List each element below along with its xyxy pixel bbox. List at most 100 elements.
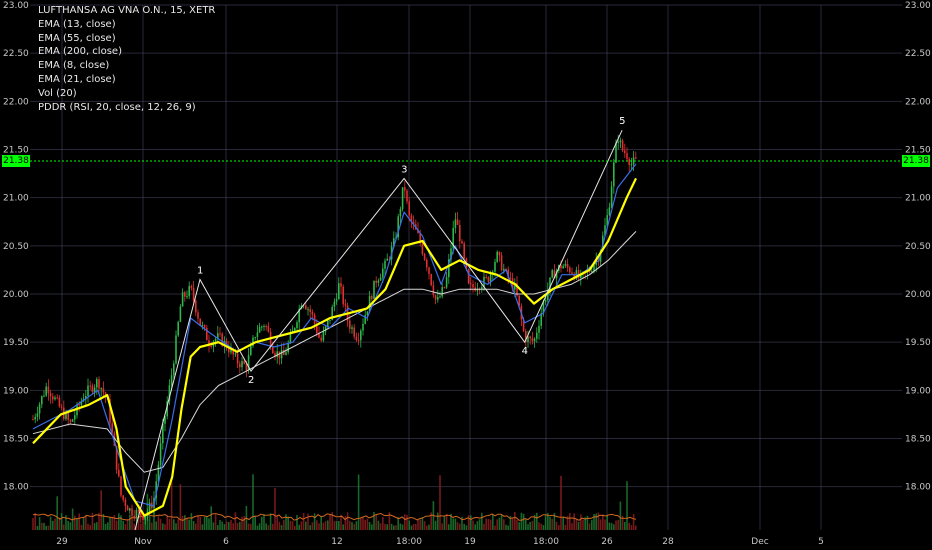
candle-body xyxy=(344,304,347,306)
volume-bar xyxy=(170,481,173,530)
volume-bar xyxy=(313,513,316,530)
candle-body xyxy=(628,159,630,166)
volume-bar xyxy=(305,521,307,530)
candle-body xyxy=(566,263,569,268)
volume-bar xyxy=(505,524,507,530)
legend-indicator-ema-8[interactable]: EMA (8, close) xyxy=(38,59,215,73)
candle-body xyxy=(454,219,457,228)
volume-bar xyxy=(604,519,606,530)
legend-indicator-ema-200[interactable]: EMA (200, close) xyxy=(38,45,215,59)
volume-bar xyxy=(498,517,501,530)
candle-body xyxy=(74,415,76,420)
volume-bar xyxy=(377,520,380,530)
candle-body xyxy=(342,286,344,305)
volume-bar xyxy=(173,519,175,530)
legend-symbol[interactable]: LUFTHANSA AG VNA O.N., 15, XETR xyxy=(38,4,215,18)
volume-bar xyxy=(617,519,619,530)
candle-body xyxy=(234,353,237,355)
x-tick-label: 19 xyxy=(464,537,476,547)
volume-bar xyxy=(489,519,492,530)
volume-bar xyxy=(241,516,243,530)
y-tick-label-right: 21.00 xyxy=(905,194,931,204)
volume-bar xyxy=(197,514,199,530)
volume-bar xyxy=(214,514,217,530)
x-tick-label: 26 xyxy=(601,537,613,547)
candle-body xyxy=(617,141,619,143)
candle-body xyxy=(379,277,382,281)
volume-bar xyxy=(577,521,580,530)
volume-bar xyxy=(615,520,617,530)
candle-body xyxy=(41,396,43,405)
candle-body xyxy=(333,301,336,307)
candle-body xyxy=(203,325,206,328)
volume-bar xyxy=(426,525,428,530)
legend-indicator-ema-13[interactable]: EMA (13, close) xyxy=(38,18,215,32)
volume-bar xyxy=(487,519,490,530)
volume-bar xyxy=(393,525,395,530)
volume-bar xyxy=(635,525,637,530)
volume-bar xyxy=(606,514,608,530)
volume-bar xyxy=(219,520,221,530)
volume-bar xyxy=(630,525,633,530)
candle-body xyxy=(406,190,408,202)
candle-body xyxy=(355,336,358,341)
volume-bar xyxy=(423,521,426,530)
candle-body xyxy=(276,351,278,357)
candle-body xyxy=(170,375,173,386)
candle-body xyxy=(131,508,133,516)
volume-bar xyxy=(89,525,91,530)
candle-body xyxy=(404,187,406,191)
candle-body xyxy=(351,327,353,329)
legend-indicator-ema-55[interactable]: EMA (55, close) xyxy=(38,32,215,46)
volume-bar xyxy=(258,523,261,530)
volume-bar xyxy=(371,524,373,530)
volume-bar xyxy=(120,515,122,530)
legend-indicator-vol[interactable]: Vol (20) xyxy=(38,87,215,101)
volume-bar xyxy=(608,522,611,530)
volume-bar xyxy=(195,523,197,530)
candle-body xyxy=(214,338,217,342)
volume-bar xyxy=(225,521,228,530)
candle-body xyxy=(309,309,311,312)
volume-bar xyxy=(267,525,270,530)
volume-bar xyxy=(346,512,349,530)
volume-bar xyxy=(199,517,201,530)
candle-body xyxy=(261,326,263,328)
candle-body xyxy=(503,268,505,271)
volume-bar xyxy=(269,513,272,530)
volume-bar xyxy=(63,524,65,530)
volume-bar xyxy=(212,522,215,530)
volume-bar xyxy=(555,521,558,530)
volume-bar xyxy=(452,518,454,530)
candle-body xyxy=(159,443,162,465)
candle-body xyxy=(256,332,259,338)
volume-bar xyxy=(459,523,461,530)
candle-body xyxy=(498,251,501,256)
candle-body xyxy=(47,386,50,394)
volume-bar xyxy=(126,519,129,530)
candle-body xyxy=(126,506,129,511)
candle-body xyxy=(250,345,252,356)
volume-bar xyxy=(122,520,124,530)
candle-body xyxy=(461,241,463,244)
volume-bar xyxy=(516,520,518,530)
volume-bar xyxy=(538,522,540,530)
candle-body xyxy=(382,268,384,278)
candle-body xyxy=(287,342,289,353)
volume-bar xyxy=(525,519,527,530)
legend-indicator-ema-21[interactable]: EMA (21, close) xyxy=(38,73,215,87)
candle-body xyxy=(536,332,538,339)
legend-indicator-pddr[interactable]: PDDR (RSI, 20, close, 12, 26, 9) xyxy=(38,101,215,115)
volume-bar xyxy=(333,520,336,530)
y-tick-label-left: 21.00 xyxy=(3,194,29,204)
wave-label-5: 5 xyxy=(619,116,625,127)
candle-body xyxy=(441,287,443,297)
candle-body xyxy=(533,338,536,342)
volume-bar xyxy=(217,525,219,530)
volume-bar xyxy=(406,514,408,530)
volume-bar xyxy=(80,524,83,530)
candle-body xyxy=(34,416,36,420)
candle-body xyxy=(289,333,292,343)
y-tick-label-right: 20.00 xyxy=(905,290,931,300)
volume-bar xyxy=(360,517,362,530)
